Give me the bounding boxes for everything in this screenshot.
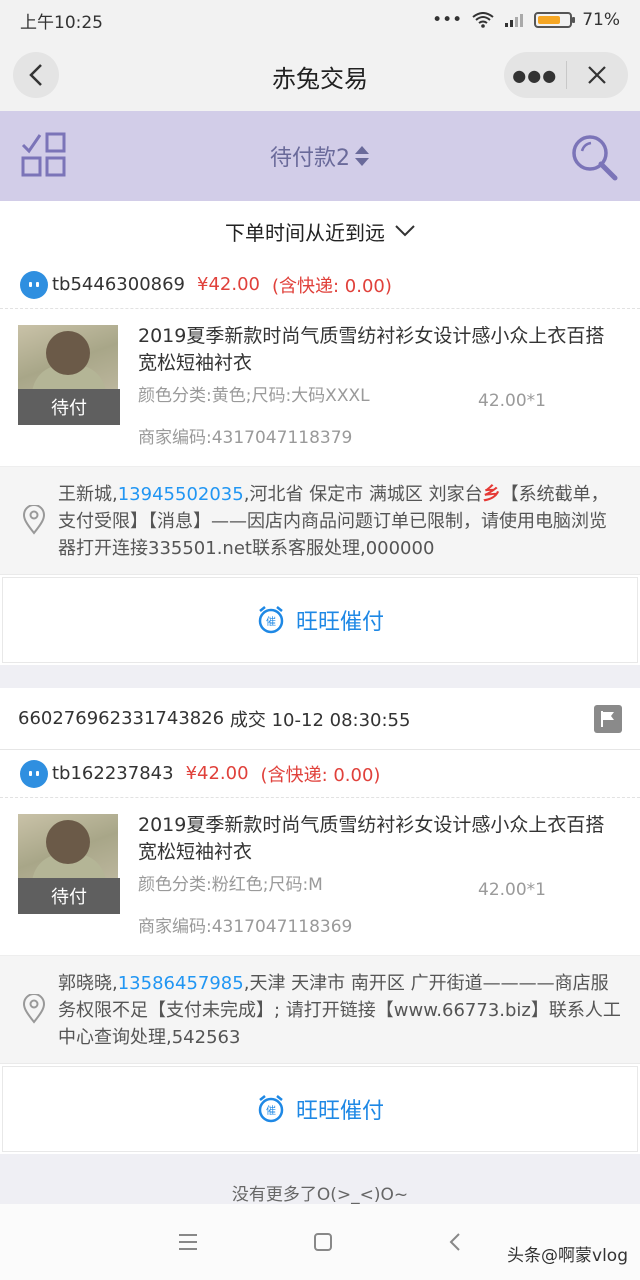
receiver-phone[interactable]: 13945502035 [118, 484, 244, 505]
urge-label: 旺旺催付 [295, 610, 384, 635]
more-dots-icon: ••• [432, 10, 463, 30]
signal-icon [505, 14, 524, 27]
alarm-clock-icon: 催 [258, 1095, 284, 1123]
menu-icon[interactable] [177, 1233, 199, 1251]
capsule-menu: ●●● [504, 52, 628, 98]
buyer-name[interactable]: tb5446300869 [52, 274, 185, 295]
search-icon[interactable] [570, 133, 620, 183]
address-block: 郭晓晓,13586457985,天津 天津市 南开区 广开街道————商店服务权… [0, 956, 640, 1064]
filter-label: 待付款2 [270, 146, 350, 171]
category-grid-icon[interactable] [20, 131, 68, 179]
filter-toolbar: 待付款2 [0, 111, 640, 201]
status-time: 上午10:25 [20, 12, 103, 33]
address-block: 王新城,13945502035,河北省 保定市 满城区 刘家台乡【系统截单，支付… [0, 467, 640, 575]
receiver-phone[interactable]: 13586457985 [118, 973, 244, 994]
wifi-icon [472, 12, 494, 28]
back-button[interactable] [13, 52, 59, 98]
product-title: 2019夏季新款时尚气质雪纺衬衫女设计感小众上衣百搭宽松短袖衬衣 [138, 814, 605, 863]
order-card: 660276962331743826 成交 10-12 08:30:55 tb1… [0, 688, 640, 1154]
sort-selector[interactable]: 下单时间从近到远 [0, 201, 640, 261]
deal-time: 成交 10-12 08:30:55 [229, 709, 411, 731]
home-icon[interactable] [312, 1231, 334, 1253]
product-title: 2019夏季新款时尚气质雪纺衬衫女设计感小众上衣百搭宽松短袖衬衣 [138, 325, 605, 374]
urge-payment-button[interactable]: 催 旺旺催付 [2, 1066, 638, 1152]
order-number: 660276962331743826 [18, 708, 225, 729]
buyer-row: tb162237843 ¥42.00 (含快递: 0.00) [0, 750, 640, 798]
battery-icon [534, 12, 576, 28]
order-price: ¥42.00 [197, 274, 260, 295]
status-bar: 上午10:25 ••• 71% [0, 0, 640, 40]
receiver-name: 郭晓晓, [58, 973, 118, 994]
nav-bar: 赤兔交易 ●●● [0, 40, 640, 112]
no-more-text: 没有更多了O(>_<)O~ [231, 1185, 409, 1205]
shipping-fee: (含快递: 0.00) [272, 275, 392, 297]
chevron-left-icon [29, 64, 42, 86]
shipping-fee: (含快递: 0.00) [260, 764, 381, 786]
location-pin-icon [22, 505, 46, 535]
status-filter-dropdown[interactable]: 待付款2 [270, 140, 370, 172]
wangwang-icon [20, 759, 48, 788]
product-spec: 颜色分类:粉红色;尺码:M [138, 875, 323, 895]
merchant-code: 商家编码:4317047118379 [138, 428, 353, 448]
product-qty: 42.00*1 [478, 880, 546, 900]
urge-label: 旺旺催付 [295, 1099, 384, 1124]
product-spec: 颜色分类:黄色;尺码:大码XXXL [138, 386, 370, 406]
product-item[interactable]: 待付 2019夏季新款时尚气质雪纺衬衫女设计感小众上衣百搭宽松短袖衬衣 颜色分类… [0, 309, 640, 467]
address-highlight: 乡 [482, 484, 501, 505]
address-detail: ,河北省 保定市 满城区 刘家台 [243, 484, 483, 505]
sort-label: 下单时间从近到远 [225, 220, 385, 245]
more-button[interactable]: ●●● [504, 52, 566, 98]
sort-arrows-icon [355, 146, 369, 166]
page-title: 赤兔交易 [272, 64, 368, 93]
status-badge: 待付 [18, 878, 120, 914]
back-nav-icon[interactable] [447, 1231, 463, 1253]
chevron-down-icon [395, 225, 415, 237]
address-text: 郭晓晓,13586457985,天津 天津市 南开区 广开街道————商店服务权… [58, 970, 624, 1051]
merchant-code: 商家编码:4317047118369 [138, 917, 353, 937]
more-icon: ●●● [512, 65, 558, 85]
product-qty: 42.00*1 [478, 391, 546, 411]
buyer-row: tb5446300869 ¥42.00 (含快递: 0.00) [0, 261, 640, 309]
buyer-name[interactable]: tb162237843 [52, 763, 174, 784]
order-header: 660276962331743826 成交 10-12 08:30:55 [0, 688, 640, 750]
order-card: tb5446300869 ¥42.00 (含快递: 0.00) 待付 2019夏… [0, 261, 640, 665]
close-button[interactable] [567, 52, 629, 98]
flag-button[interactable] [594, 704, 622, 733]
address-text: 王新城,13945502035,河北省 保定市 满城区 刘家台乡【系统截单，支付… [58, 481, 624, 562]
order-price: ¥42.00 [185, 763, 249, 784]
location-pin-icon [22, 994, 46, 1024]
flag-icon [601, 710, 614, 727]
receiver-name: 王新城, [58, 484, 118, 505]
wangwang-icon [20, 270, 48, 299]
svg-text:催: 催 [266, 1104, 276, 1117]
alarm-clock-icon: 催 [258, 606, 284, 634]
urge-payment-button[interactable]: 催 旺旺催付 [2, 577, 638, 663]
status-badge: 待付 [18, 389, 120, 425]
watermark: 头条@啊蒙vlog [507, 1246, 628, 1266]
svg-text:催: 催 [266, 615, 276, 628]
product-item[interactable]: 待付 2019夏季新款时尚气质雪纺衬衫女设计感小众上衣百搭宽松短袖衬衣 颜色分类… [0, 798, 640, 956]
battery-percent: 71% [582, 10, 620, 30]
close-icon [588, 66, 607, 84]
